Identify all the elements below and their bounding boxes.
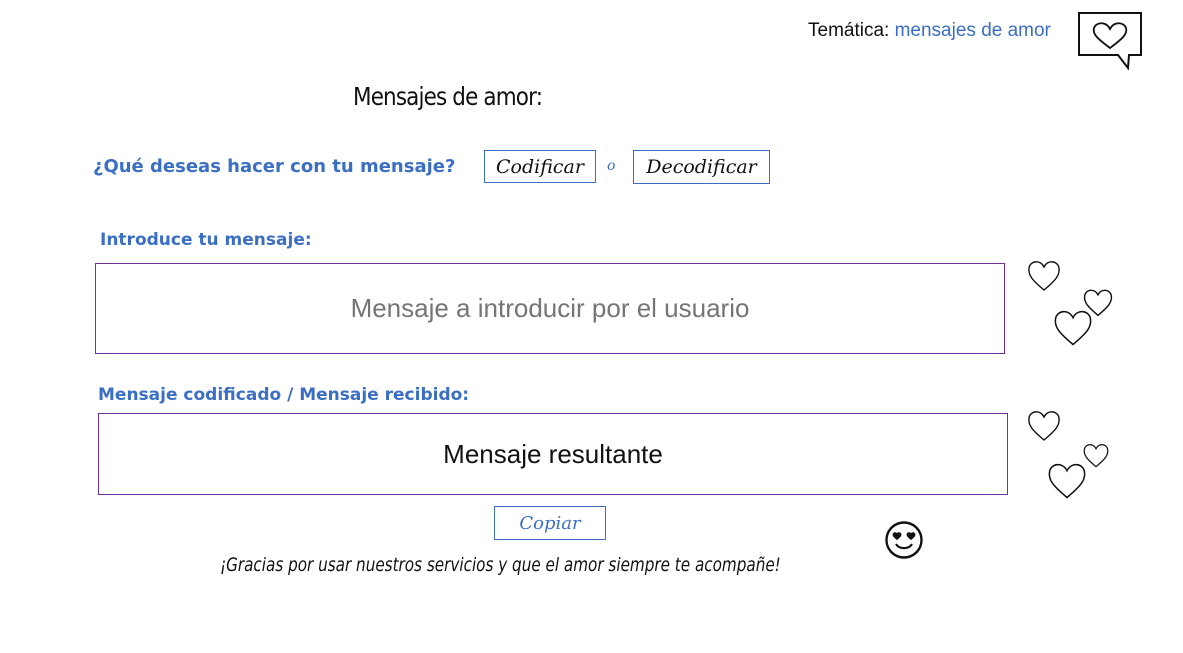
result-message-text: Mensaje resultante — [443, 438, 663, 469]
hearts-decoration — [1026, 258, 1116, 350]
theme-value: mensajes de amor — [894, 20, 1051, 41]
page-title: Mensajes de amor: — [353, 82, 543, 111]
thanks-message: ¡Gracias por usar nuestros servicios y q… — [220, 554, 781, 576]
decode-button[interactable]: Decodificar — [633, 150, 770, 184]
input-label: Introduce tu mensaje: — [100, 230, 312, 250]
message-input[interactable] — [95, 263, 1005, 354]
heart-icon — [1054, 310, 1092, 346]
hearts-decoration — [1026, 408, 1116, 504]
action-question: ¿Qué deseas hacer con tu mensaje? — [93, 156, 456, 177]
theme-label: Temática: mensajes de amor — [808, 20, 1051, 42]
heart-icon — [1048, 463, 1086, 499]
encode-button[interactable]: Codificar — [484, 150, 596, 183]
heart-icon — [1028, 261, 1060, 291]
output-label: Mensaje codificado / Mensaje recibido: — [98, 385, 470, 405]
result-message-box: Mensaje resultante — [98, 413, 1008, 495]
heart-eyes-smiley-icon — [884, 520, 924, 560]
heart-icon — [1028, 411, 1060, 441]
copy-button[interactable]: Copiar — [494, 506, 606, 540]
theme-label-text: Temática: — [808, 20, 890, 41]
or-separator: o — [607, 158, 616, 174]
heart-speech-bubble-icon — [1078, 12, 1142, 71]
